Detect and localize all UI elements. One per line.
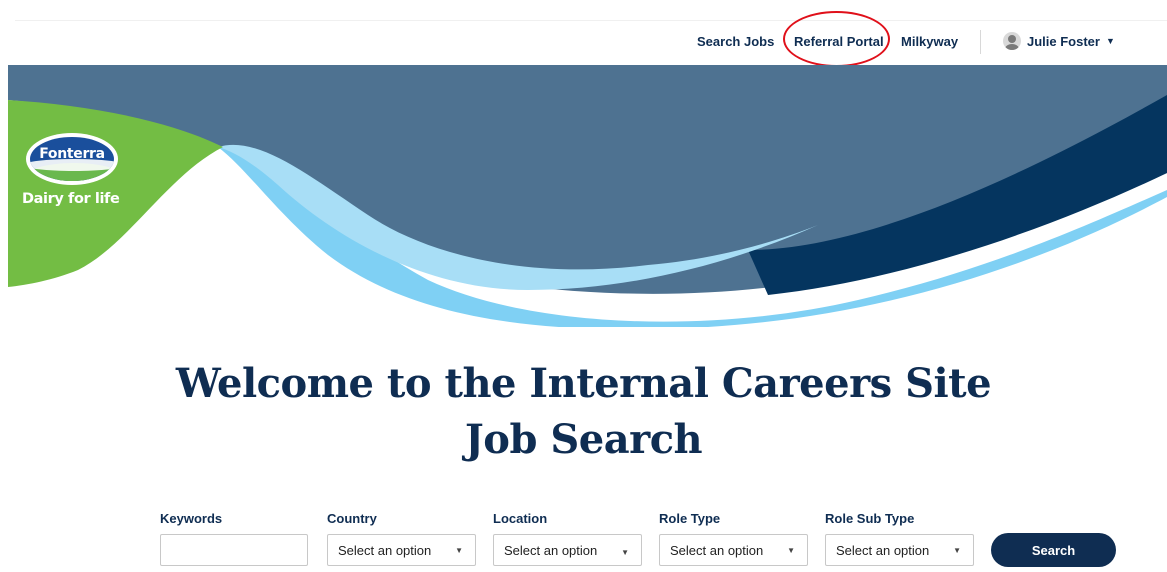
top-nav: Search Jobs Referral Portal Milkyway Jul… xyxy=(0,0,1167,67)
user-name: Julie Foster xyxy=(1027,33,1100,49)
role-sub-type-select-value: Select an option xyxy=(836,543,930,558)
careers-page: Search Jobs Referral Portal Milkyway Jul… xyxy=(0,0,1167,572)
chevron-down-icon: ▼ xyxy=(787,546,795,555)
user-menu[interactable]: Julie Foster ▼ xyxy=(1003,31,1115,51)
nav-link-search-jobs[interactable]: Search Jobs xyxy=(697,34,774,49)
nav-link-referral-portal[interactable]: Referral Portal xyxy=(794,34,884,49)
country-select[interactable]: Select an option ▼ xyxy=(327,534,476,566)
location-select[interactable]: Select an option ▼ xyxy=(493,534,642,566)
keywords-input[interactable] xyxy=(160,534,308,566)
search-button[interactable]: Search xyxy=(991,533,1116,567)
caret-down-icon: ▼ xyxy=(1105,36,1115,46)
user-avatar-icon xyxy=(1003,32,1021,50)
nav-link-milkyway[interactable]: Milkyway xyxy=(901,34,958,49)
nav-divider xyxy=(980,30,981,54)
logo-oval: Fonterra xyxy=(26,133,118,185)
role-sub-type-select[interactable]: Select an option ▼ xyxy=(825,534,974,566)
fonterra-logo[interactable]: Fonterra Dairy for life xyxy=(22,133,132,223)
country-select-value: Select an option xyxy=(338,543,432,558)
chevron-down-icon: ▼ xyxy=(953,546,961,555)
location-select-value: Select an option xyxy=(504,543,598,558)
role-type-label: Role Type xyxy=(659,511,721,526)
keywords-label: Keywords xyxy=(160,511,223,526)
role-type-select-value: Select an option xyxy=(670,543,764,558)
hero-banner xyxy=(8,65,1167,327)
chevron-down-icon: ▼ xyxy=(621,548,629,557)
chevron-down-icon: ▼ xyxy=(455,546,463,555)
role-type-select[interactable]: Select an option ▼ xyxy=(659,534,808,566)
hero-waves xyxy=(8,65,1167,327)
nav-top-divider xyxy=(15,20,1167,21)
page-title-line-1: Welcome to the Internal Careers Site xyxy=(175,360,992,407)
role-sub-type-label: Role Sub Type xyxy=(825,511,915,526)
location-label: Location xyxy=(493,511,548,526)
logo-wordmark: Fonterra xyxy=(39,146,105,162)
country-label: Country xyxy=(327,511,377,526)
logo-tagline: Dairy for life xyxy=(22,191,120,207)
page-title: Welcome to the Internal Careers Site Job… xyxy=(0,356,1167,468)
page-title-line-2: Job Search xyxy=(464,416,703,463)
